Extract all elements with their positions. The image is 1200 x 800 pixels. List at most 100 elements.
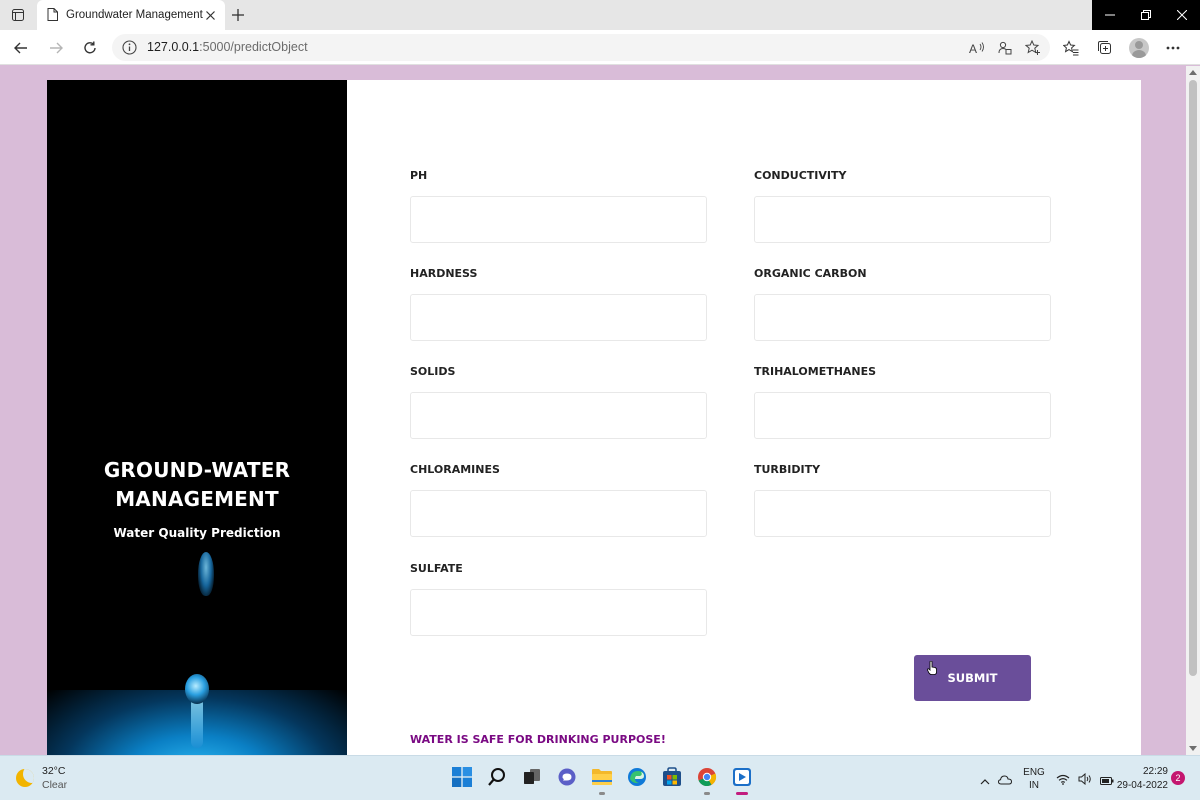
avatar xyxy=(1129,38,1149,58)
conductivity-label: CONDUCTIVITY xyxy=(754,169,847,182)
solids-label: SOLIDS xyxy=(410,365,456,378)
scrollbar-thumb[interactable] xyxy=(1189,80,1197,676)
hero-panel: GROUND-WATER MANAGEMENT Water Quality Pr… xyxy=(47,80,347,755)
turbidity-field: TURBIDITY xyxy=(754,463,1051,537)
prediction-card: GROUND-WATER MANAGEMENT Water Quality Pr… xyxy=(47,80,1141,755)
volume-icon[interactable] xyxy=(1078,770,1092,789)
new-tab-icon[interactable] xyxy=(229,6,247,24)
chloramines-input[interactable] xyxy=(410,490,707,537)
region-code: IN xyxy=(1029,780,1039,791)
language-code: ENG xyxy=(1023,767,1045,778)
ph-input[interactable] xyxy=(410,196,707,243)
hardness-field: HARDNESS xyxy=(410,267,707,341)
weather-widget[interactable]: 32°C Clear xyxy=(16,764,67,792)
clock-time: 22:29 xyxy=(1142,766,1168,777)
organic-carbon-field: ORGANIC CARBON xyxy=(754,267,1051,341)
tab-title: Groundwater Management Wate xyxy=(66,9,204,21)
sulfate-field: SULFATE xyxy=(410,562,707,636)
windows-taskbar: 32°C Clear ENG IN 22:29 29-04-2022 2 xyxy=(0,755,1200,800)
solids-input[interactable] xyxy=(410,392,707,439)
add-favorite-icon[interactable] xyxy=(1024,39,1042,57)
media-player-icon[interactable] xyxy=(730,764,754,795)
browser-tab-active[interactable]: Groundwater Management Wate xyxy=(37,0,225,30)
collections-icon[interactable] xyxy=(1094,37,1116,59)
url-field[interactable]: 127.0.0.1:5000/predictObject A xyxy=(112,34,1050,61)
hero-title-line2: MANAGEMENT xyxy=(115,487,279,511)
prediction-form: PH CONDUCTIVITY HARDNESS ORGANIC CARBON … xyxy=(347,80,1141,755)
chloramines-label: CHLORAMINES xyxy=(410,463,500,476)
taskbar-apps xyxy=(450,764,754,795)
teams-chat-icon[interactable] xyxy=(555,764,579,790)
profile-avatar[interactable] xyxy=(1128,37,1150,59)
turbidity-input[interactable] xyxy=(754,490,1051,537)
system-clock[interactable]: 22:29 29-04-2022 xyxy=(1112,765,1168,793)
more-options-icon[interactable] xyxy=(1162,37,1184,59)
notification-badge[interactable]: 2 xyxy=(1171,771,1185,785)
favorites-icon[interactable] xyxy=(1060,37,1082,59)
page-scrollbar[interactable] xyxy=(1186,66,1200,755)
store-icon[interactable] xyxy=(660,764,684,790)
water-droplet-image xyxy=(185,674,209,704)
refresh-icon[interactable] xyxy=(80,38,100,58)
weather-condition: Clear xyxy=(42,779,68,791)
tab-actions-icon[interactable] xyxy=(8,6,28,24)
conductivity-field: CONDUCTIVITY xyxy=(754,169,1051,243)
chloramines-field: CHLORAMINES xyxy=(410,463,707,537)
hand-cursor-icon xyxy=(927,660,937,675)
weather-text: 32°C Clear xyxy=(42,764,67,792)
moon-icon xyxy=(16,769,34,787)
trihalomethanes-label: TRIHALOMETHANES xyxy=(754,365,877,378)
scroll-up-icon[interactable] xyxy=(1189,70,1197,75)
url-path: :5000/predictObject xyxy=(199,40,308,54)
hero-title-line1: GROUND-WATER xyxy=(103,458,291,482)
hero-title: GROUND-WATER MANAGEMENT xyxy=(47,456,347,514)
svg-text:A: A xyxy=(969,42,977,55)
read-aloud-icon[interactable]: A xyxy=(968,39,986,57)
water-splash-column xyxy=(191,698,203,748)
hero-subtitle: Water Quality Prediction xyxy=(113,526,281,540)
clock-date: 29-04-2022 xyxy=(1116,780,1168,791)
show-hidden-icons-chevron-up-icon[interactable] xyxy=(980,770,990,789)
scroll-down-icon[interactable] xyxy=(1189,746,1197,751)
edge-icon[interactable] xyxy=(625,764,649,790)
search-icon[interactable] xyxy=(485,764,509,790)
prediction-result: WATER IS SAFE FOR DRINKING PURPOSE! xyxy=(410,733,666,746)
conductivity-input[interactable] xyxy=(754,196,1051,243)
site-info-icon[interactable] xyxy=(122,40,137,55)
sulfate-label: SULFATE xyxy=(410,562,463,575)
browser-address-bar: 127.0.0.1:5000/predictObject A xyxy=(0,30,1200,65)
system-tray: ENG IN xyxy=(980,764,1114,794)
browser-tab-bar: Groundwater Management Wate xyxy=(0,0,1200,30)
windows-start-icon[interactable] xyxy=(450,764,474,790)
organic-carbon-label: ORGANIC CARBON xyxy=(754,267,867,280)
input-language[interactable]: ENG IN xyxy=(1020,766,1048,792)
restore-icon[interactable] xyxy=(1128,0,1164,30)
url-host: 127.0.0.1 xyxy=(147,40,200,54)
turbidity-label: TURBIDITY xyxy=(754,463,821,476)
trihalomethanes-input[interactable] xyxy=(754,392,1051,439)
weather-temperature: 32°C xyxy=(42,765,66,777)
tracking-prevention-icon[interactable] xyxy=(996,39,1014,57)
task-view-icon[interactable] xyxy=(520,764,544,790)
window-controls xyxy=(1092,0,1200,30)
solids-field: SOLIDS xyxy=(410,365,707,439)
back-arrow-icon[interactable] xyxy=(11,38,31,58)
hardness-input[interactable] xyxy=(410,294,707,341)
onedrive-cloud-icon[interactable] xyxy=(997,770,1013,789)
sulfate-input[interactable] xyxy=(410,589,707,636)
trihalomethanes-field: TRIHALOMETHANES xyxy=(754,365,1051,439)
wifi-icon[interactable] xyxy=(1056,770,1070,789)
forward-arrow-icon[interactable] xyxy=(46,38,66,58)
page-favicon-icon xyxy=(47,6,58,25)
close-tab-icon[interactable] xyxy=(203,8,217,22)
file-explorer-icon[interactable] xyxy=(590,764,614,795)
water-drop-image xyxy=(198,552,214,596)
url-text: 127.0.0.1:5000/predictObject xyxy=(147,40,308,54)
chrome-icon[interactable] xyxy=(695,764,719,795)
minimize-icon[interactable] xyxy=(1092,0,1128,30)
hardness-label: HARDNESS xyxy=(410,267,478,280)
close-window-icon[interactable] xyxy=(1164,0,1200,30)
ph-label: PH xyxy=(410,169,428,182)
page-viewport: GROUND-WATER MANAGEMENT Water Quality Pr… xyxy=(0,66,1186,755)
organic-carbon-input[interactable] xyxy=(754,294,1051,341)
